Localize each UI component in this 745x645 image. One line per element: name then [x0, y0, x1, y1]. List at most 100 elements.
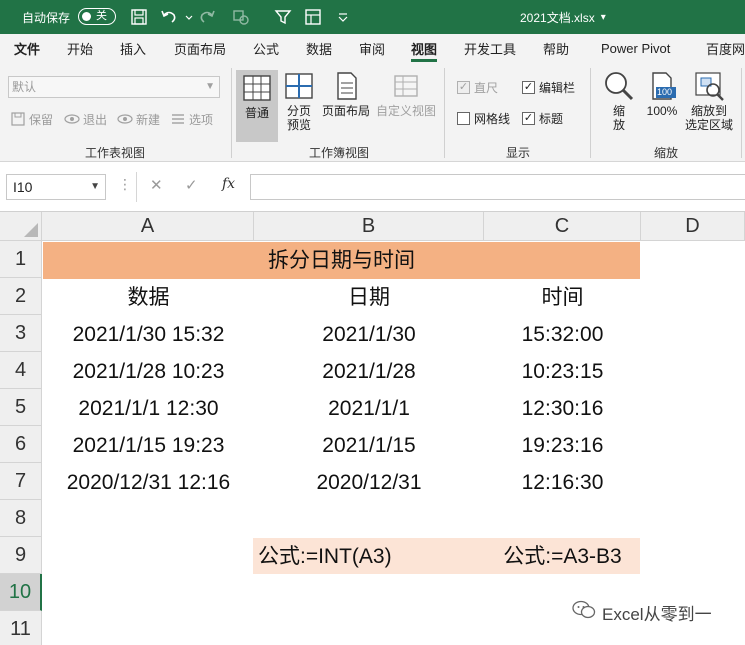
- form-icon[interactable]: [304, 8, 322, 26]
- document-title: 2021文档.xlsx ▾: [520, 0, 606, 34]
- tab-formulas[interactable]: 公式: [253, 34, 279, 62]
- formula-note-b9[interactable]: 公式:=INT(A3): [258, 538, 484, 575]
- unchecked-box-icon: [457, 111, 470, 125]
- save-icon[interactable]: [130, 8, 148, 26]
- zoom-group-label: 缩放: [653, 146, 678, 160]
- undo-icon[interactable]: [160, 8, 178, 26]
- zoom-100-icon: 100: [646, 70, 678, 102]
- autosave-toggle[interactable]: 关: [78, 8, 116, 25]
- row-header-10[interactable]: 10: [0, 574, 42, 611]
- tab-power-pivot[interactable]: Power Pivot: [601, 34, 670, 62]
- gridlines-checkbox[interactable]: 网格线: [457, 110, 510, 126]
- title-dropdown-icon[interactable]: ▾: [601, 12, 606, 23]
- document-name: 2021文档.xlsx: [520, 10, 595, 25]
- formula-bar-label: 编辑栏: [539, 80, 576, 95]
- header-data[interactable]: 数据: [43, 279, 254, 316]
- tab-insert[interactable]: 插入: [120, 34, 146, 62]
- sheet-view-value: 默认: [12, 80, 37, 94]
- cell-c7[interactable]: 12:16:30: [484, 464, 641, 501]
- row-header-2[interactable]: 2: [0, 278, 42, 315]
- zoom-selection-label-2: 选定区域: [684, 118, 733, 132]
- tab-review[interactable]: 审阅: [359, 34, 385, 62]
- tab-baidu[interactable]: 百度网: [706, 34, 745, 62]
- cell-a5[interactable]: 2021/1/1 12:30: [43, 390, 254, 427]
- cell-a3[interactable]: 2021/1/30 15:32: [43, 316, 254, 353]
- cell-b6[interactable]: 2021/1/15: [254, 427, 484, 464]
- cell-a7[interactable]: 2020/12/31 12:16: [43, 464, 254, 501]
- redo-icon[interactable]: [198, 8, 216, 26]
- tab-data[interactable]: 数据: [306, 34, 332, 62]
- exit-button[interactable]: 退出: [64, 110, 107, 128]
- custom-views-icon: [390, 70, 422, 102]
- column-header-b[interactable]: B: [254, 212, 484, 241]
- row-header-3[interactable]: 3: [0, 315, 42, 352]
- row-header-7[interactable]: 7: [0, 463, 42, 500]
- normal-view-button[interactable]: 普通: [236, 70, 278, 142]
- undo-dropdown-icon[interactable]: [180, 8, 193, 26]
- row-header-9[interactable]: 9: [0, 537, 42, 574]
- enter-icon[interactable]: ✓: [185, 176, 198, 194]
- ribbon-separator: [231, 68, 232, 158]
- tab-developer[interactable]: 开发工具: [464, 34, 516, 62]
- zoom-label-2: 放: [612, 118, 625, 132]
- header-date[interactable]: 日期: [254, 279, 484, 316]
- zoom-button[interactable]: 缩 放: [600, 70, 638, 132]
- header-time[interactable]: 时间: [484, 279, 641, 316]
- cell-c6[interactable]: 19:23:16: [484, 427, 641, 464]
- cell-b5[interactable]: 2021/1/1: [254, 390, 484, 427]
- cell-c5[interactable]: 12:30:16: [484, 390, 641, 427]
- options-button[interactable]: 选项: [170, 110, 213, 128]
- tab-view[interactable]: 视图: [411, 34, 438, 62]
- cell-b3[interactable]: 2021/1/30: [254, 316, 484, 353]
- options-label: 选项: [189, 112, 214, 127]
- zoom-100-button[interactable]: 100 100%: [642, 70, 682, 118]
- custom-views-button[interactable]: 自定义视图: [374, 70, 438, 118]
- column-header-a[interactable]: A: [42, 212, 254, 241]
- page-layout-button[interactable]: 页面布局: [320, 70, 372, 118]
- spreadsheet-grid[interactable]: A B C D 1 2 3 4 5 6 7 8 9 10 11 拆分日期与时间 …: [0, 212, 745, 645]
- cell-b4[interactable]: 2021/1/28: [254, 353, 484, 390]
- row-header-6[interactable]: 6: [0, 426, 42, 463]
- keep-button[interactable]: 保留: [10, 110, 53, 128]
- headings-checkbox[interactable]: ✓ 标题: [522, 110, 563, 126]
- insert-function-icon[interactable]: fx: [222, 176, 235, 192]
- row-header-11[interactable]: 11: [0, 611, 42, 645]
- select-all-button[interactable]: [0, 212, 42, 241]
- cancel-icon[interactable]: ✕: [150, 176, 163, 194]
- cell-a4[interactable]: 2021/1/28 10:23: [43, 353, 254, 390]
- row-header-4[interactable]: 4: [0, 352, 42, 389]
- page-break-label-1: 分页: [286, 104, 311, 118]
- row-header-8[interactable]: 8: [0, 500, 42, 537]
- formula-bar-checkbox[interactable]: ✓ 编辑栏: [522, 79, 575, 95]
- cell-a6[interactable]: 2021/1/15 19:23: [43, 427, 254, 464]
- show-group-label: 显示: [505, 146, 530, 160]
- name-box[interactable]: I10 ▼: [6, 174, 106, 200]
- filter-icon[interactable]: [274, 8, 292, 26]
- headings-label: 标题: [539, 111, 564, 126]
- cell-c3[interactable]: 15:32:00: [484, 316, 641, 353]
- checkmark-icon: ✓: [522, 111, 535, 125]
- resize-handle-icon[interactable]: ⋮: [118, 176, 133, 193]
- zoom-to-selection-button[interactable]: 缩放到 选定区域: [682, 70, 736, 132]
- formula-note-c9[interactable]: 公式:=A3-B3: [484, 538, 641, 575]
- sheet-view-dropdown[interactable]: 默认 ▼: [8, 76, 220, 98]
- cell-c4[interactable]: 10:23:15: [484, 353, 641, 390]
- formula-input[interactable]: [250, 174, 745, 200]
- shapes-icon[interactable]: [232, 8, 250, 26]
- new-view-label: 新建: [136, 112, 161, 127]
- ruler-checkbox[interactable]: ✓ 直尺: [457, 79, 498, 95]
- zoom-selection-label-1: 缩放到: [690, 104, 727, 118]
- new-view-button[interactable]: 新建: [117, 110, 160, 128]
- tab-help[interactable]: 帮助: [543, 34, 569, 62]
- column-header-c[interactable]: C: [484, 212, 641, 241]
- customize-toolbar-icon[interactable]: [334, 8, 348, 26]
- column-header-d[interactable]: D: [641, 212, 745, 241]
- row-header-1[interactable]: 1: [0, 241, 42, 278]
- cell-b7[interactable]: 2020/12/31: [254, 464, 484, 501]
- tab-file[interactable]: 文件: [14, 34, 40, 62]
- tab-page-layout[interactable]: 页面布局: [174, 34, 226, 62]
- page-break-preview-button[interactable]: 分页 预览: [280, 70, 318, 132]
- tab-home[interactable]: 开始: [67, 34, 93, 62]
- row-header-5[interactable]: 5: [0, 389, 42, 426]
- chevron-down-icon[interactable]: ▼: [90, 175, 100, 199]
